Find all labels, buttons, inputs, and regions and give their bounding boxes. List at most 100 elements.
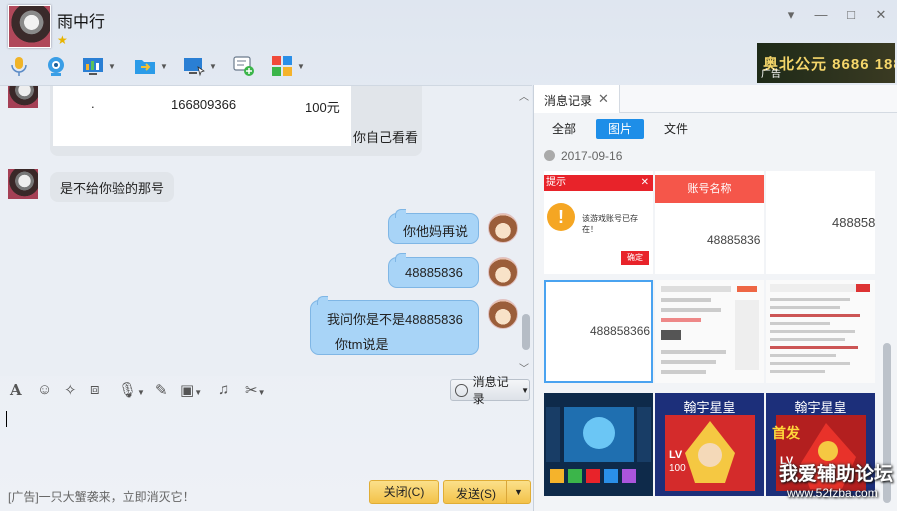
image-thumbnail[interactable]: 翰宇星皇 LV 100 [655,393,764,496]
ad-tag: 广告 [761,69,781,80]
file-transfer-icon [135,60,155,74]
input-toolbar: A ☺ ✧ ⧈ 🎙▼ ✎ ▣▼ ♫ ✂▼ 消息记录 ▼ [0,375,532,406]
screen-share-button[interactable]: ▼ [82,52,116,80]
remote-desktop-button[interactable]: ▼ [183,52,217,80]
close-window-button[interactable]: ✕ [872,6,890,24]
message-bubble[interactable]: 48885836 [388,253,479,288]
invite-chat-icon [233,56,254,76]
contact-avatar-small[interactable] [8,169,38,199]
game-screenshot-image [544,393,653,496]
image-thumbnail[interactable]: 提示 ✕ ! 该游戏账号已存在！ 确定 [544,171,653,274]
dialog-title: 提示 [546,177,566,188]
filter-tab-images[interactable]: 图片 [596,119,644,139]
my-avatar[interactable] [488,213,518,243]
chevron-down-icon: ▼ [521,385,529,395]
message-bubble[interactable]: 我问你是不是48885836 你tm说是 [310,296,479,355]
screen-share-icon [83,58,103,75]
image-thumbnail[interactable] [766,280,875,383]
close-icon[interactable]: ✕ [598,91,609,107]
message-history-button[interactable]: 消息记录 ▼ [450,375,530,406]
text-caret [6,411,7,427]
tab-message-history[interactable]: 消息记录 ✕ [534,85,620,113]
clock-icon [544,150,555,161]
microphone-icon [11,57,27,76]
message-text: 你他妈再说 [403,224,469,239]
voice-call-button[interactable] [8,52,30,80]
chevron-down-icon[interactable]: ▼ [209,62,217,71]
scrollbar-thumb[interactable] [522,314,530,350]
minimize-button[interactable]: — [812,6,830,24]
contact-avatar[interactable] [8,5,51,48]
image-thumbnail[interactable] [544,393,653,496]
message-bubble[interactable]: 你他妈再说 [388,209,479,244]
send-button[interactable]: 发送(S) ▼ [443,480,531,504]
magic-wand-icon[interactable]: ✧ [64,381,77,401]
maximize-button[interactable]: □ [842,6,860,24]
image-grid: 提示 ✕ ! 该游戏账号已存在！ 确定 账号名称 48885836 488858… [544,171,876,501]
dropdown-icon[interactable]: ▾ [782,6,800,24]
filter-tab-files[interactable]: 文件 [656,119,696,139]
message-text: 48885836 [405,265,463,280]
watermark: 我爱辅助论坛 www.52fzba.com [779,459,893,500]
filter-tabs: 全部 图片 文件 [534,117,897,143]
contact-avatar-small[interactable] [8,86,38,108]
remote-desktop-icon [184,58,205,77]
watermark-title: 我爱辅助论坛 [779,464,894,485]
message-card[interactable]: . 166809366 100元 你自己看看 [50,86,422,156]
ad-banner-text: 奥北公元 8686 1888 [763,56,895,73]
scissors-icon[interactable]: ✂▼ [245,381,266,401]
screenshot-table-image [766,280,875,383]
image-thumbnail[interactable]: 账号名称 48885836 [655,171,764,274]
tab-label: 消息记录 [544,94,593,108]
thumb-value: 48885836 [707,233,761,247]
image-thumbnail[interactable]: 488858366 [544,280,653,383]
message-text: 我问你是不是48885836 [327,312,463,327]
music-icon[interactable]: ♫ [218,381,229,401]
chevron-down-icon[interactable]: ▼ [160,62,168,71]
send-label: 发送(S) [456,487,496,501]
chat-toolbar: ▼ ▼ ▼ ▼ [0,52,755,82]
message-text: 你自己看看 [353,130,419,145]
message-text: 是不给你验的那号 [60,181,165,196]
screenshot-icon[interactable]: ⧈ [90,381,100,401]
apps-button[interactable]: ▼ [271,52,305,80]
thumb-header: 账号名称 [655,175,764,203]
edit-icon[interactable]: ✎ [155,381,168,401]
close-button[interactable]: 关闭(C) [369,480,439,504]
card-cell: . [91,96,95,111]
message-bubble[interactable]: 是不给你验的那号 [50,172,175,202]
video-icon [48,57,64,76]
level-label: LV [669,449,683,461]
message-input[interactable] [0,405,532,478]
my-avatar[interactable] [488,257,518,287]
chat-scrollbar[interactable] [520,86,532,376]
video-call-button[interactable] [45,52,67,80]
voice-message-icon[interactable]: 🎙▼ [118,381,145,401]
history-label: 消息记录 [472,375,509,406]
image-thumbnail[interactable] [655,280,764,383]
file-transfer-button[interactable]: ▼ [134,52,168,80]
screenshot-table-image [655,280,764,383]
chevron-down-icon[interactable]: ▼ [108,62,116,71]
emoji-icon[interactable]: ☺ [37,381,52,401]
chat-history: . 166809366 100元 你自己看看 ︿ 是不给你验的那号 你他妈再说 … [0,85,532,376]
contact-name[interactable]: 雨中行 [57,8,105,32]
invite-chat-button[interactable] [233,52,255,80]
clock-icon [455,383,468,397]
date-label: 2017-09-16 [561,149,623,163]
ad-banner[interactable]: 奥北公元 8686 1888 广告 [757,43,895,83]
image-icon[interactable]: ▣▼ [180,381,202,401]
my-avatar[interactable] [488,299,518,329]
bottom-ad-link[interactable]: [广告]一只大蟹袭来，立即消灭它！ [8,488,195,505]
send-options-dropdown[interactable]: ▼ [506,481,530,503]
chevron-down-icon[interactable]: ▼ [297,62,305,71]
watermark-url: www.52fzba.com [787,486,878,500]
image-thumbnail[interactable]: 488858 [766,171,875,274]
chevron-down-icon[interactable]: ﹀ [519,360,529,375]
font-icon[interactable]: A [10,381,22,401]
filter-tab-all[interactable]: 全部 [544,119,584,139]
thumb-value: 488858366 [590,324,651,338]
message-history-panel: 消息记录 ✕ 全部 图片 文件 2017-09-16 提示 ✕ ! 该游戏账号已… [533,85,897,511]
level-value: 100 [669,463,686,474]
star-icon: ★ [57,33,68,47]
